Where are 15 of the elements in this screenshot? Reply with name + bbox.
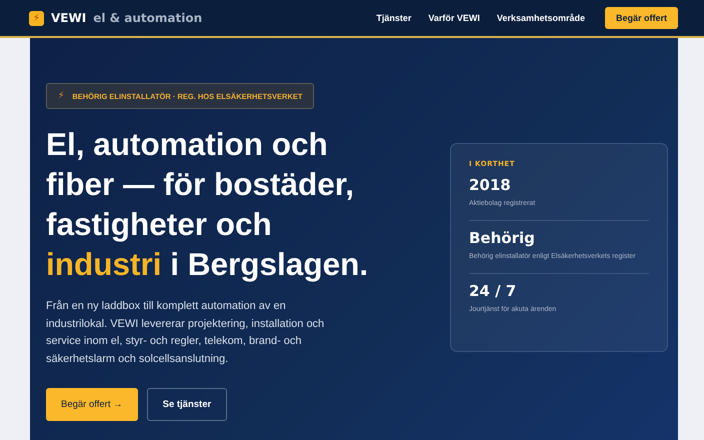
brand-tagline: el & automation (93, 11, 202, 25)
nav-link[interactable]: Varför VEWI (428, 13, 480, 23)
nav-link[interactable]: Verksamhetsområde (496, 13, 585, 23)
hero-description: Från en ny laddbox till komplett automation av en industrilokal. VEWI levererar projektering, installation och service inom el, styr- och regler, telekom, brand- och säkerhetslarm och solcellsanslutning. (46, 299, 326, 366)
brand-name[interactable]: VEWI (51, 11, 86, 25)
fact-value: 24 / 7 (469, 282, 518, 300)
fact-value: 2018 (469, 176, 512, 194)
hero-heading: El, automation och fiber — för bostäder, fastigheter och industri i Bergslagen. (46, 125, 370, 284)
lightning-icon: ⚡ (29, 10, 44, 26)
lightning-icon: ⚡ (58, 91, 64, 101)
offer-button[interactable]: Begär offert (604, 7, 678, 29)
nav-link[interactable]: Tjänster (376, 13, 412, 23)
services-button[interactable]: Se tjänster (146, 388, 228, 421)
fact-value: Behörig (469, 229, 536, 247)
offer-button[interactable]: Begär offert → (46, 388, 138, 421)
